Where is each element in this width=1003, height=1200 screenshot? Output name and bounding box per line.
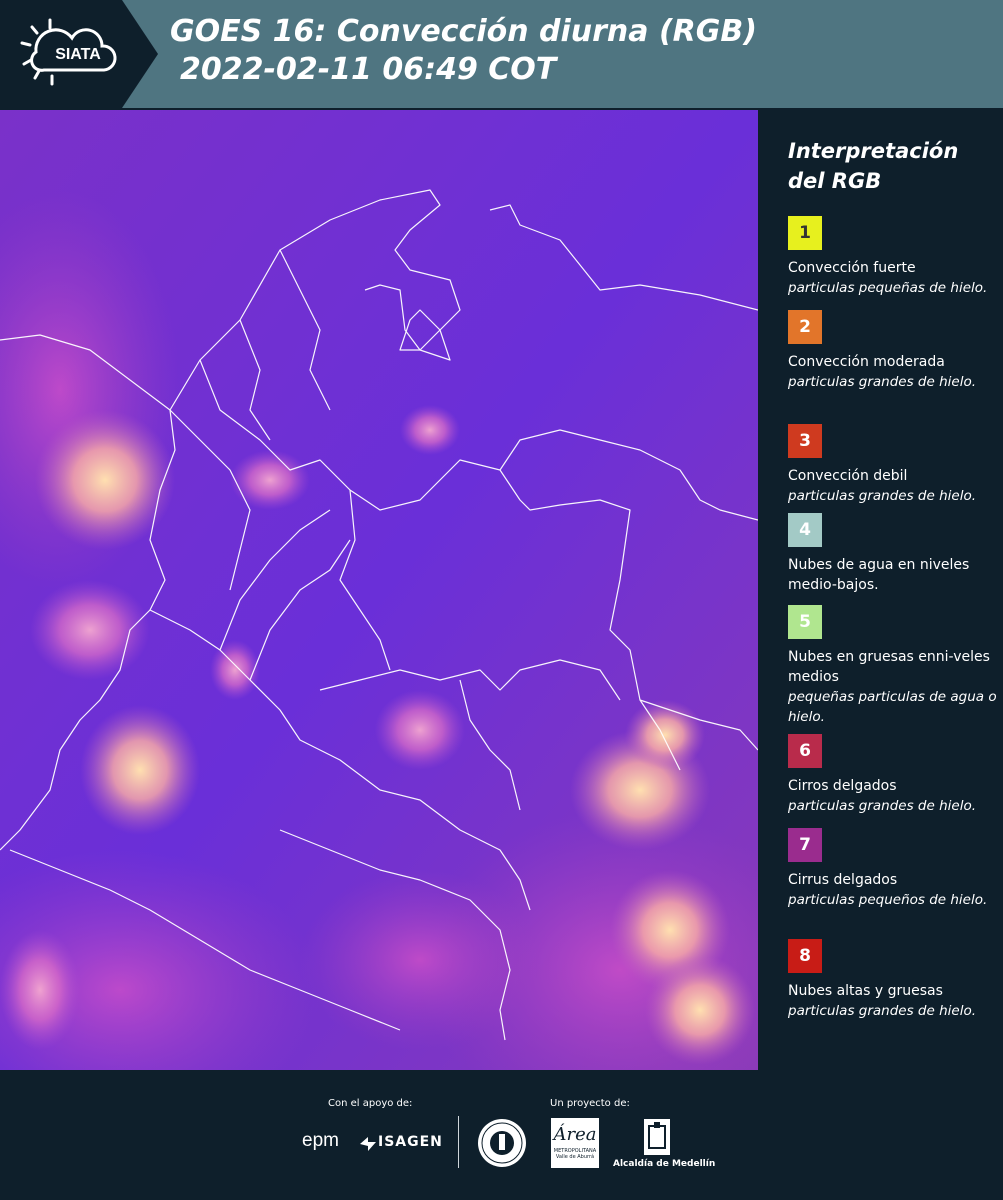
legend-swatch: 7 bbox=[788, 828, 822, 862]
legend-swatch: 8 bbox=[788, 939, 822, 973]
legend-item-3: 3 Convección debil particulas grandes de… bbox=[788, 424, 998, 506]
legend-desc: particulas grandes de hielo. bbox=[788, 488, 976, 504]
legend-item-6: 6 Cirros delgados particulas grandes de … bbox=[788, 734, 998, 816]
legend-swatch: 3 bbox=[788, 424, 822, 458]
legend-label: Cirrus delgados bbox=[788, 872, 898, 888]
legend-desc: particulas grandes de hielo. bbox=[788, 374, 976, 390]
legend-item-4: 4 Nubes de agua en niveles medio-bajos. bbox=[788, 513, 998, 595]
legend-label: Convección debil bbox=[788, 468, 908, 484]
legend-label: Convección fuerte bbox=[788, 260, 916, 276]
epm-logo: epm bbox=[302, 1130, 339, 1151]
alcaldia-shield-icon bbox=[643, 1118, 671, 1160]
legend-item-2: 2 Convección moderada particulas grandes… bbox=[788, 310, 998, 392]
support-label: Con el apoyo de: bbox=[328, 1098, 413, 1109]
alcaldia-logo-text: Alcaldía de Medellín bbox=[613, 1159, 716, 1169]
legend-title-line2: del RGB bbox=[788, 169, 882, 193]
legend-swatch: 5 bbox=[788, 605, 822, 639]
legend-swatch: 4 bbox=[788, 513, 822, 547]
page-title: GOES 16: Convección diurna (RGB) bbox=[170, 14, 757, 49]
legend-item-5: 5 Nubes en gruesas enni-veles medios peq… bbox=[788, 605, 998, 727]
legend-label: Cirros delgados bbox=[788, 778, 897, 794]
university-seal-icon bbox=[477, 1118, 527, 1172]
siata-logo-text: SIATA bbox=[55, 46, 101, 63]
legend-item-8: 8 Nubes altas y gruesas particulas grand… bbox=[788, 939, 998, 1021]
siata-logo: SIATA bbox=[0, 0, 158, 108]
footer-divider bbox=[458, 1116, 459, 1168]
legend-title: Interpretación del RGB bbox=[788, 136, 988, 196]
area-logo-text: Área bbox=[553, 1124, 597, 1145]
project-label: Un proyecto de: bbox=[550, 1098, 630, 1109]
legend-label: Nubes en gruesas enni-veles medios bbox=[788, 649, 990, 685]
legend-label: Nubes de agua en niveles medio-bajos. bbox=[788, 557, 970, 593]
legend-item-1: 1 Convección fuerte particulas pequeñas … bbox=[788, 216, 998, 298]
legend-desc: pequeñas particulas de agua o hielo. bbox=[788, 689, 997, 725]
legend-swatch: 6 bbox=[788, 734, 822, 768]
legend-desc: particulas pequeños de hielo. bbox=[788, 892, 988, 908]
legend-label: Nubes altas y gruesas bbox=[788, 983, 943, 999]
legend-label: Convección moderada bbox=[788, 354, 945, 370]
legend-desc: particulas grandes de hielo. bbox=[788, 1003, 976, 1019]
legend-swatch: 1 bbox=[788, 216, 822, 250]
legend-desc: particulas pequeñas de hielo. bbox=[788, 280, 988, 296]
area-metropolitana-logo: Área METROPOLITANA Valle de Aburrá bbox=[551, 1118, 599, 1168]
area-logo-sub2: Valle de Aburrá bbox=[555, 1154, 595, 1160]
page-timestamp: 2022-02-11 06:49 COT bbox=[180, 52, 557, 87]
satellite-map bbox=[0, 110, 758, 1070]
legend-panel: Interpretación del RGB 1 Convección fuer… bbox=[760, 110, 1003, 1070]
legend-desc: particulas grandes de hielo. bbox=[788, 798, 976, 814]
legend-swatch: 2 bbox=[788, 310, 822, 344]
legend-item-7: 7 Cirrus delgados particulas pequeños de… bbox=[788, 828, 998, 910]
legend-title-line1: Interpretación bbox=[788, 139, 959, 163]
isagen-logo: ISAGEN bbox=[378, 1134, 443, 1150]
isagen-icon bbox=[360, 1136, 376, 1155]
footer: Con el apoyo de: Un proyecto de: epm ISA… bbox=[0, 1070, 1003, 1200]
header-bar: SIATA GOES 16: Convección diurna (RGB) 2… bbox=[0, 0, 1003, 108]
